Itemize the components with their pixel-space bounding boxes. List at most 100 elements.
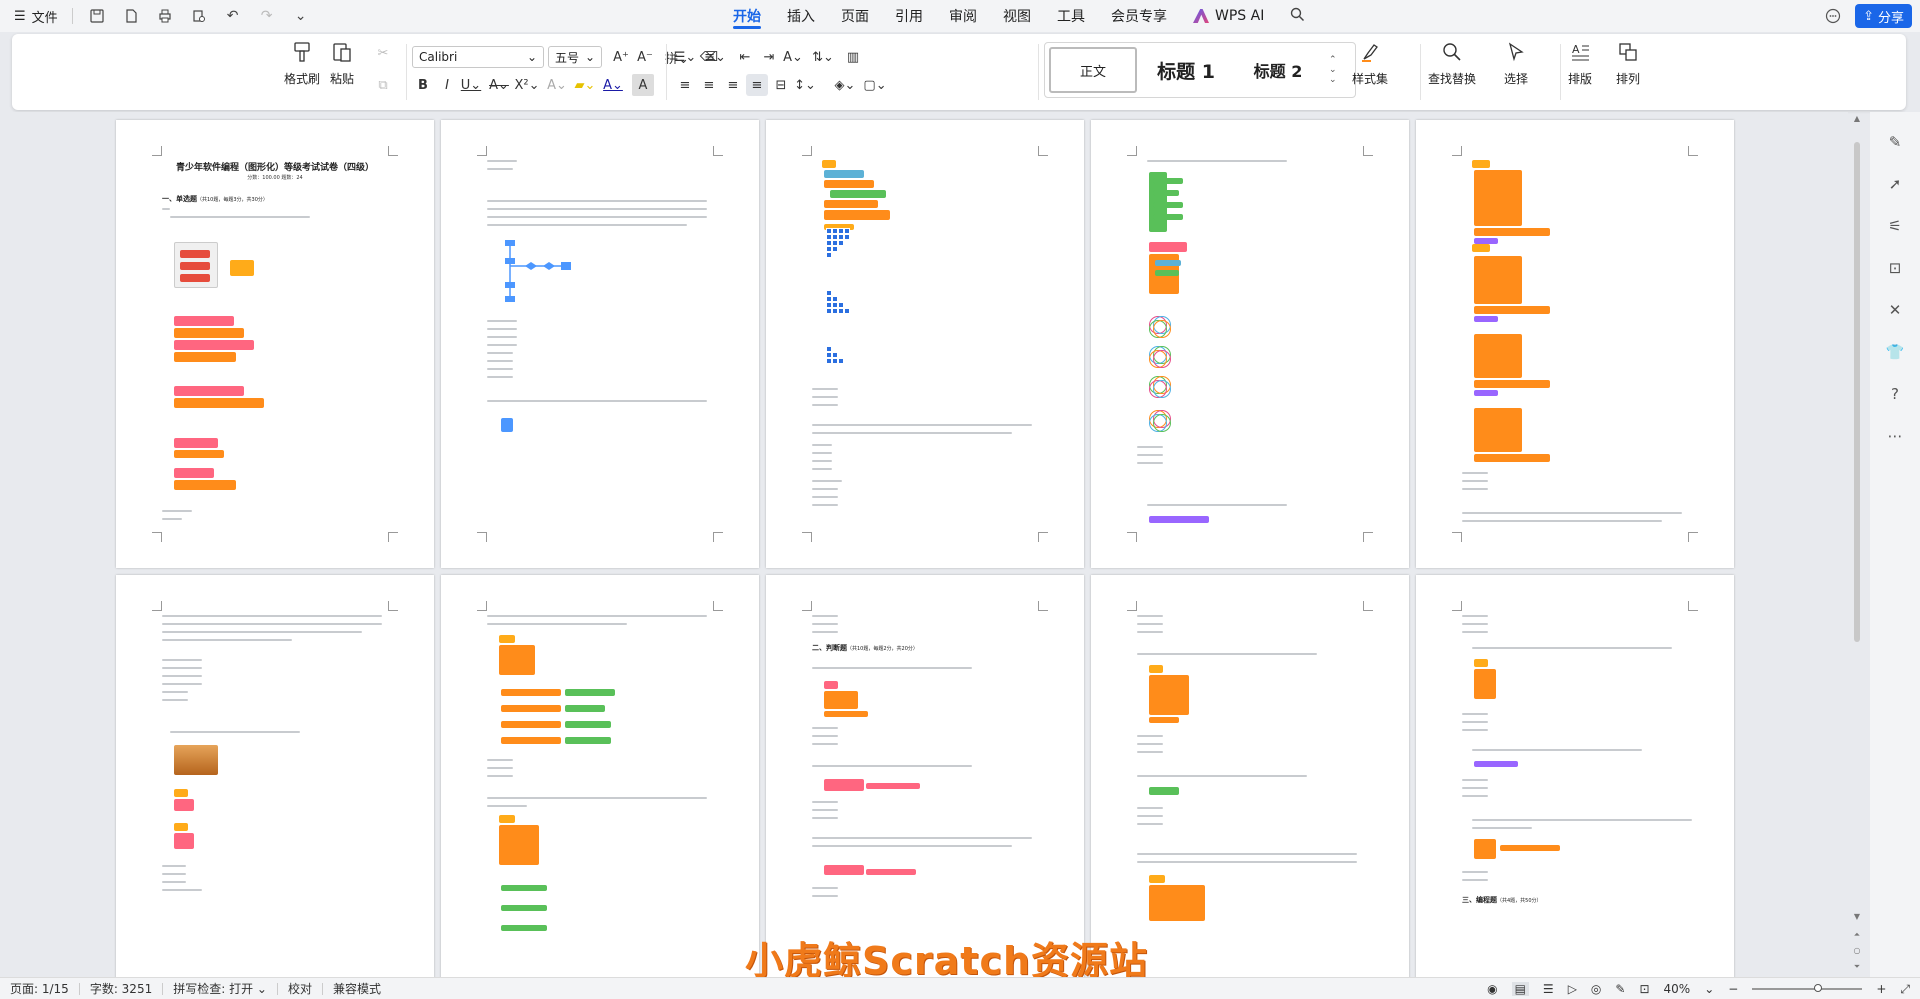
word-count[interactable]: 字数: 3251: [80, 980, 162, 997]
font-size-select[interactable]: 五号 ⌄: [548, 46, 602, 68]
italic-icon[interactable]: I: [436, 74, 458, 96]
distributed-icon[interactable]: ⊟: [770, 74, 792, 96]
find-replace-button[interactable]: 查找替换: [1428, 40, 1476, 87]
bold-icon[interactable]: B: [412, 74, 434, 96]
line-spacing-icon[interactable]: ↕⌄: [794, 74, 816, 96]
tab-view[interactable]: 视图: [990, 0, 1044, 32]
pen-icon[interactable]: ✎: [1615, 982, 1625, 996]
select-button[interactable]: 选择: [1504, 40, 1528, 87]
sort-text-icon[interactable]: ⇅⌄: [812, 46, 834, 68]
decrease-indent-icon[interactable]: ⇤: [734, 46, 756, 68]
style-set-button[interactable]: 样式集: [1352, 40, 1388, 87]
page-3[interactable]: [766, 120, 1084, 568]
prev-page-icon[interactable]: ⏶: [1852, 930, 1862, 940]
next-page-icon[interactable]: ⏷: [1852, 962, 1862, 972]
border-icon[interactable]: ▢⌄: [863, 74, 886, 96]
increase-font-icon[interactable]: A⁺: [610, 46, 632, 68]
tab-member[interactable]: 会员专享: [1098, 0, 1180, 32]
select-browse-icon[interactable]: ○: [1852, 946, 1862, 955]
tab-page[interactable]: 页面: [828, 0, 882, 32]
outline-view-icon[interactable]: ☰: [1543, 982, 1554, 996]
zoom-level[interactable]: 40%: [1664, 982, 1691, 996]
font-color-icon[interactable]: A⌄: [602, 74, 624, 96]
cut-icon[interactable]: ✂: [372, 42, 394, 64]
fit-page-icon[interactable]: ⊡: [1639, 982, 1649, 996]
page-10[interactable]: 三、编程题（共4题，共50分）: [1416, 575, 1734, 977]
save-icon[interactable]: [87, 6, 107, 26]
underline-icon[interactable]: U⌄: [460, 74, 482, 96]
eye-icon[interactable]: ◉: [1487, 982, 1497, 996]
zoom-in-icon[interactable]: +: [1876, 982, 1886, 996]
chevron-down-icon[interactable]: ⌄: [291, 6, 311, 26]
tab-references[interactable]: 引用: [882, 0, 936, 32]
scroll-up-icon[interactable]: ▲: [1852, 114, 1862, 123]
align-left-icon[interactable]: ≡: [674, 74, 696, 96]
align-right-icon[interactable]: ≡: [722, 74, 744, 96]
superscript-icon[interactable]: X²⌄: [515, 74, 540, 96]
zoom-out-icon[interactable]: −: [1728, 982, 1738, 996]
strikethrough-icon[interactable]: A⌄: [488, 74, 510, 96]
paste-button[interactable]: 粘贴: [330, 40, 354, 87]
more-icon[interactable]: ⋯: [1885, 426, 1905, 446]
numbered-list-icon[interactable]: ≡⌄: [704, 46, 726, 68]
sort-button[interactable]: 排列: [1616, 40, 1640, 87]
increase-indent-icon[interactable]: ⇥: [758, 46, 780, 68]
play-icon[interactable]: ▷: [1568, 982, 1577, 996]
text-direction-icon[interactable]: A⌄: [782, 46, 804, 68]
zoom-slider[interactable]: [1752, 984, 1863, 992]
fullscreen-icon[interactable]: ⤢: [1900, 982, 1910, 997]
page-1[interactable]: 青少年软件编程（图形化）等级考试试卷（四级） 分数：100.00 题数：24 一…: [116, 120, 434, 568]
shading-icon[interactable]: ◈⌄: [834, 74, 856, 96]
page-8[interactable]: 二、判断题（共10题，每题2分，共20分）: [766, 575, 1084, 977]
decrease-font-icon[interactable]: A⁻: [634, 46, 656, 68]
zoom-slider-knob[interactable]: [1814, 984, 1823, 992]
scroll-down-icon[interactable]: ▼: [1852, 912, 1862, 921]
highlight-icon[interactable]: ▰⌄: [574, 74, 596, 96]
page-6[interactable]: [116, 575, 434, 977]
proofread-button[interactable]: 校对: [278, 980, 322, 997]
search-button[interactable]: [1277, 0, 1318, 32]
tools-icon[interactable]: ✕: [1885, 300, 1905, 320]
text-effect-icon[interactable]: A⌄: [546, 74, 568, 96]
page-4[interactable]: [1091, 120, 1409, 568]
page-9[interactable]: [1091, 575, 1409, 977]
columns-icon[interactable]: ▥: [842, 46, 864, 68]
pointer-icon[interactable]: ➚: [1885, 174, 1905, 194]
page-indicator[interactable]: 页面: 1/15: [0, 980, 79, 997]
vertical-scrollbar[interactable]: ▲ ▼ ⏶ ○ ⏷: [1850, 112, 1864, 977]
redo-icon[interactable]: ↷: [257, 6, 277, 26]
style-heading-1[interactable]: 标题 1: [1145, 47, 1227, 93]
file-menu-button[interactable]: ☰ 文件: [14, 7, 58, 26]
print-preview-icon[interactable]: [189, 6, 209, 26]
image-edit-icon[interactable]: ⊡: [1885, 258, 1905, 278]
sliders-icon[interactable]: ⚟: [1885, 216, 1905, 236]
export-pdf-icon[interactable]: [121, 6, 141, 26]
print-icon[interactable]: [155, 6, 175, 26]
tab-home[interactable]: 开始: [720, 0, 774, 32]
arrange-button[interactable]: A 排版: [1568, 40, 1592, 87]
spellcheck-toggle[interactable]: 拼写检查: 打开 ⌄: [163, 980, 277, 997]
style-normal[interactable]: 正文: [1049, 47, 1137, 93]
tab-review[interactable]: 审阅: [936, 0, 990, 32]
style-gallery-scroll[interactable]: ⌃ ⌄ ⌄: [1329, 55, 1337, 85]
tab-wps-ai[interactable]: WPS AI: [1180, 0, 1277, 32]
page-view-icon[interactable]: ▤: [1511, 982, 1529, 996]
bullet-list-icon[interactable]: ☰⌄: [674, 46, 697, 68]
shirt-icon[interactable]: 👕: [1885, 342, 1905, 362]
char-shading-icon[interactable]: A: [632, 74, 654, 96]
tab-insert[interactable]: 插入: [774, 0, 828, 32]
align-center-icon[interactable]: ≡: [698, 74, 720, 96]
justify-icon[interactable]: ≡: [746, 74, 768, 96]
page-2[interactable]: [441, 120, 759, 568]
format-painter-button[interactable]: 格式刷: [284, 40, 320, 87]
undo-icon[interactable]: ↶: [223, 6, 243, 26]
pen-icon[interactable]: ✎: [1885, 132, 1905, 152]
page-7[interactable]: [441, 575, 759, 977]
style-heading-2[interactable]: 标题 2: [1235, 47, 1321, 93]
scroll-thumb[interactable]: [1854, 142, 1860, 642]
web-view-icon[interactable]: ◎: [1591, 982, 1601, 996]
page-5[interactable]: [1416, 120, 1734, 568]
copy-icon[interactable]: ⧉: [372, 74, 394, 96]
share-button[interactable]: ⇪ 分享: [1855, 4, 1912, 28]
chat-icon[interactable]: [1823, 6, 1843, 26]
